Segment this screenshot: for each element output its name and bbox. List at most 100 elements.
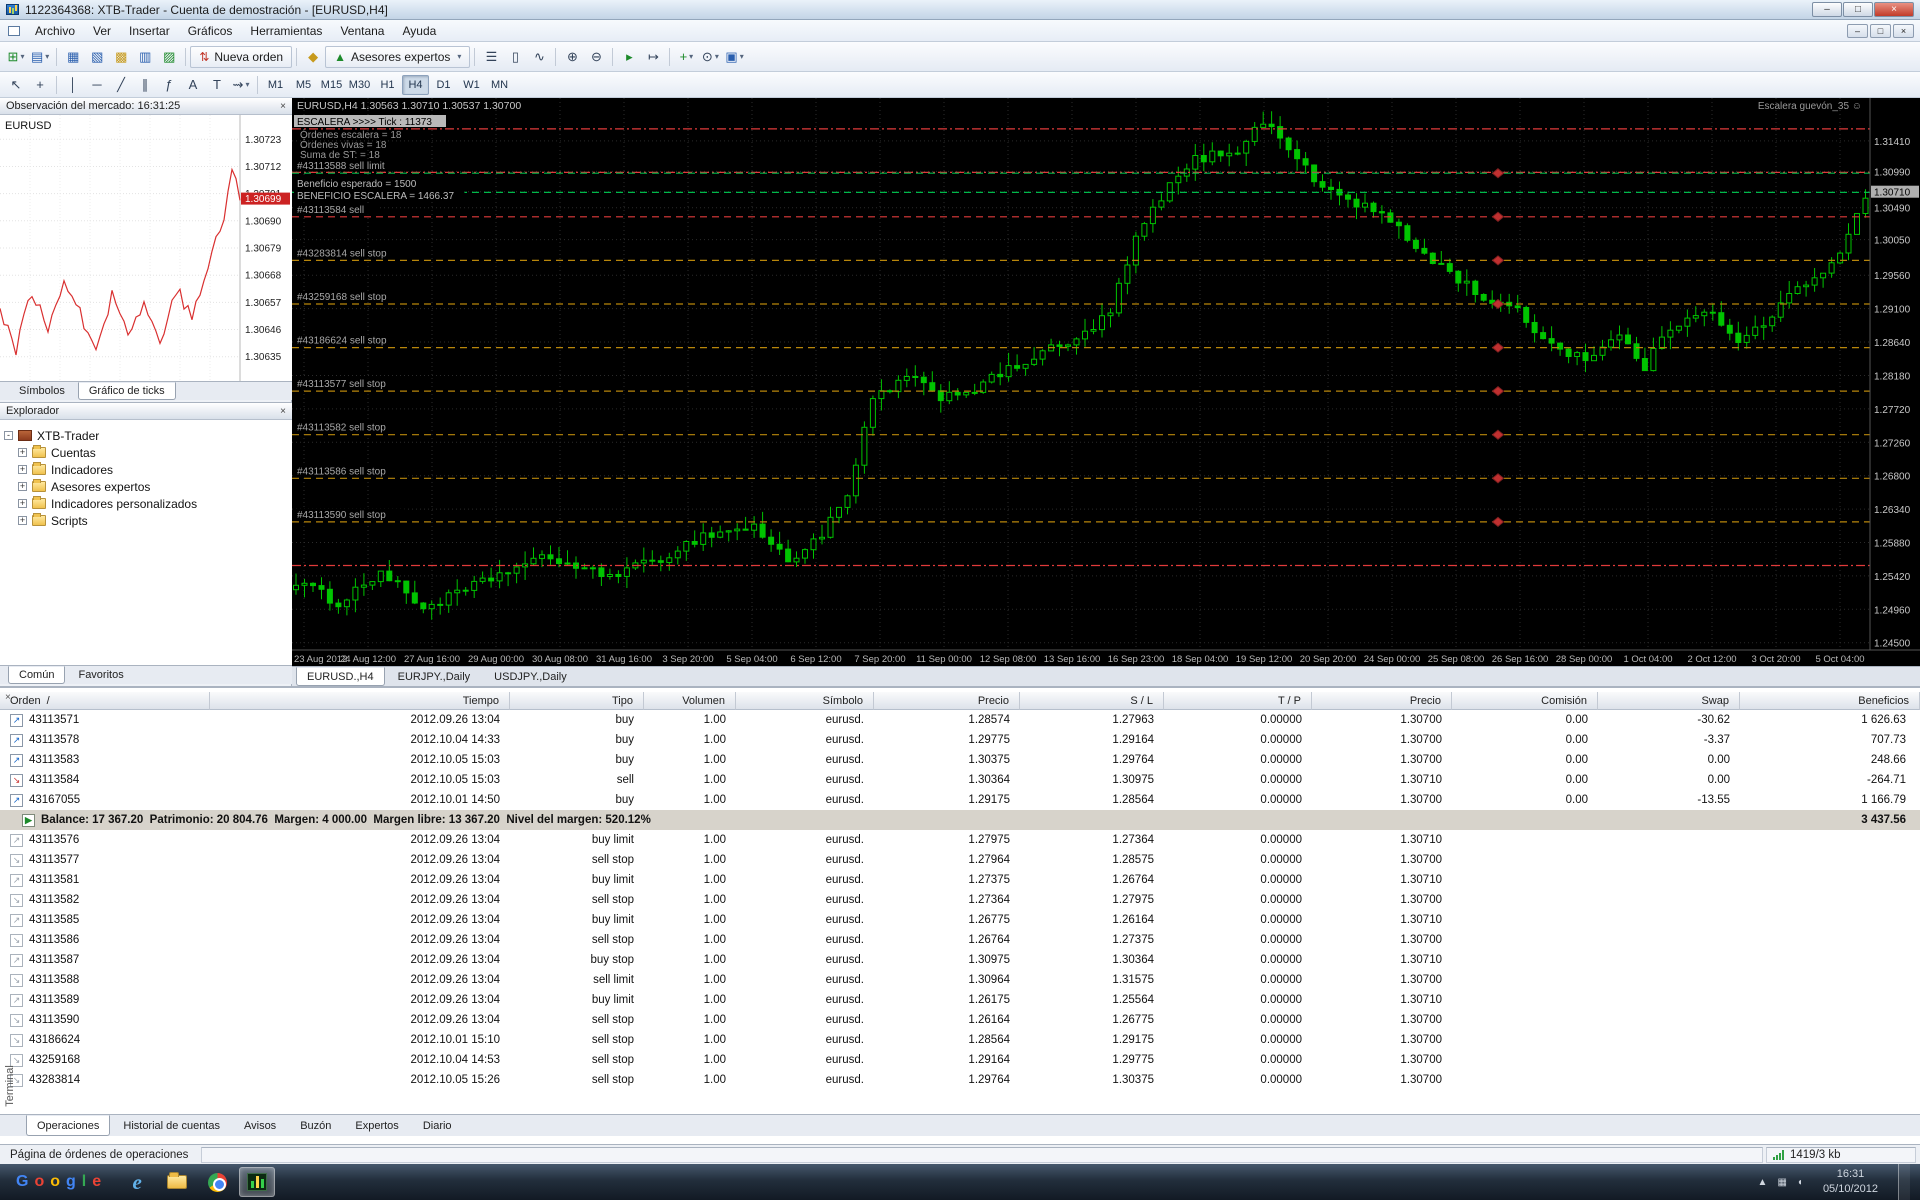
column-header-tipo[interactable]: Tipo [510,692,644,710]
table-row[interactable]: ↘431135822012.09.26 13:04sell stop1.00eu… [0,890,1920,910]
market-watch-toggle[interactable]: ▦ [61,46,85,68]
taskbar-clock[interactable]: 16:31 05/10/2012 [1813,1167,1888,1197]
column-header-comisi-n[interactable]: Comisión [1452,692,1598,710]
market-watch-tab-gr-fico-de-ticks[interactable]: Gráfico de ticks [78,382,176,400]
periods-button[interactable]: ⊙▾ [698,46,722,68]
table-row[interactable]: ↘431135772012.09.26 13:04sell stop1.00eu… [0,850,1920,870]
zoom-in-button[interactable]: ⊕ [560,46,584,68]
chart-tab-usdjpy-daily[interactable]: USDJPY.,Daily [483,667,578,686]
chart-tab-eurjpy-daily[interactable]: EURJPY.,Daily [387,667,482,686]
menu-gr-ficos[interactable]: Gráficos [179,21,242,41]
expand-icon[interactable]: + [18,499,27,508]
timeframe-mn[interactable]: MN [486,75,513,95]
column-header-swap[interactable]: Swap [1598,692,1740,710]
horizontal-line-tool[interactable]: ─ [85,74,109,96]
taskbar-chrome-button[interactable] [199,1167,235,1197]
table-row[interactable]: ↗431135812012.09.26 13:04buy limit1.00eu… [0,870,1920,890]
column-header-orden[interactable]: Orden / [0,692,210,710]
terminal-toggle[interactable]: ▥ [133,46,157,68]
timeframe-h1[interactable]: H1 [374,75,401,95]
timeframe-m5[interactable]: M5 [290,75,317,95]
timeframe-d1[interactable]: D1 [430,75,457,95]
chart-shift-toggle[interactable]: ↦ [641,46,665,68]
indicators-button[interactable]: +▾ [674,46,698,68]
expand-icon[interactable]: + [18,465,27,474]
close-button[interactable]: × [1874,2,1914,17]
terminal-tab-buz-n[interactable]: Buzón [289,1115,342,1136]
line-chart-button[interactable]: ∿ [527,46,551,68]
candlestick-button[interactable]: ▯ [503,46,527,68]
navigator-close-icon[interactable]: × [280,406,286,417]
main-chart[interactable]: #43113588 sell limit#43113584 sell#43283… [292,98,1920,666]
terminal-tab-avisos[interactable]: Avisos [233,1115,287,1136]
table-row[interactable]: ↗431135762012.09.26 13:04buy limit1.00eu… [0,830,1920,850]
table-row[interactable]: ↘431135902012.09.26 13:04sell stop1.00eu… [0,1010,1920,1030]
menu-herramientas[interactable]: Herramientas [241,21,331,41]
table-row[interactable]: ↗431135892012.09.26 13:04buy limit1.00eu… [0,990,1920,1010]
channel-tool[interactable]: ∥ [133,74,157,96]
new-order-button[interactable]: ⇅Nueva orden [190,46,292,68]
expert-advisors-button[interactable]: ▲Asesores expertos▾ [325,46,470,68]
navigator-item-indicadores[interactable]: + Indicadores [18,462,288,477]
expand-icon[interactable]: + [18,448,27,457]
text-tool[interactable]: A [181,74,205,96]
navigator-item-root[interactable]: - XTB-Trader [4,428,288,443]
bar-chart-button[interactable]: ☰ [479,46,503,68]
show-desktop-button[interactable] [1898,1164,1910,1200]
tray-chevron-icon[interactable]: ▲ [1758,1177,1768,1188]
table-row[interactable]: ↘431135882012.09.26 13:04sell limit1.00e… [0,970,1920,990]
mdi-minimize-button[interactable]: – [1847,24,1868,38]
terminal-tab-expertos[interactable]: Expertos [344,1115,409,1136]
table-row[interactable]: ↗431135712012.09.26 13:04buy1.00eurusd.1… [0,710,1920,730]
terminal-tab-operaciones[interactable]: Operaciones [26,1115,110,1136]
navigator-toggle[interactable]: ▩ [109,46,133,68]
timeframe-h4[interactable]: H4 [402,75,429,95]
menu-ver[interactable]: Ver [84,21,120,41]
market-watch-tab-s-mbolos[interactable]: Símbolos [8,382,76,400]
templates-button[interactable]: ▣▾ [722,46,746,68]
chart-tab-eurusd-h4[interactable]: EURUSD.,H4 [296,667,385,686]
column-header-t-p[interactable]: T / P [1164,692,1312,710]
table-row[interactable]: ↗431135872012.09.26 13:04buy stop1.00eur… [0,950,1920,970]
table-row[interactable]: ↗431135852012.09.26 13:04buy limit1.00eu… [0,910,1920,930]
terminal-tab-historial-de-cuentas[interactable]: Historial de cuentas [112,1115,231,1136]
auto-scroll-toggle[interactable]: ▸ [617,46,641,68]
trendline-tool[interactable]: ╱ [109,74,133,96]
crosshair-tool[interactable]: + [28,74,52,96]
arrows-tool[interactable]: ⇝▾ [229,74,253,96]
column-header-beneficios[interactable]: Beneficios [1740,692,1920,710]
terminal-tab-diario[interactable]: Diario [412,1115,463,1136]
expand-icon[interactable]: + [18,516,27,525]
navigator-item-indicadores-personalizados[interactable]: + Indicadores personalizados [18,496,288,511]
navigator-item-cuentas[interactable]: + Cuentas [18,445,288,460]
terminal-close-icon[interactable]: × [5,692,11,703]
table-row[interactable]: ↘432838142012.10.05 15:26sell stop1.00eu… [0,1070,1920,1090]
strategy-tester-toggle[interactable]: ▨ [157,46,181,68]
mdi-restore-button[interactable]: □ [1870,24,1891,38]
table-row[interactable]: ↘431135862012.09.26 13:04sell stop1.00eu… [0,930,1920,950]
zoom-out-button[interactable]: ⊖ [584,46,608,68]
navigator-tab-favoritos[interactable]: Favoritos [67,666,134,684]
table-row[interactable]: ↗431670552012.10.01 14:50buy1.00eurusd.1… [0,790,1920,810]
navigator-item-scripts[interactable]: + Scripts [18,513,288,528]
mdi-close-button[interactable]: × [1893,24,1914,38]
cursor-tool[interactable]: ↖ [4,74,28,96]
table-row[interactable]: ↘431866242012.10.01 15:10sell stop1.00eu… [0,1030,1920,1050]
column-header-precio[interactable]: Precio [1312,692,1452,710]
menu-ventana[interactable]: Ventana [331,21,393,41]
fibonacci-tool[interactable]: ƒ [157,74,181,96]
text-label-tool[interactable]: T [205,74,229,96]
maximize-button[interactable]: □ [1843,2,1873,17]
menu-ayuda[interactable]: Ayuda [393,21,445,41]
navigator-tab-com-n[interactable]: Común [8,666,65,684]
tray-volume-icon[interactable]: ◖ [1797,1177,1803,1188]
profiles-button[interactable]: ▤▾ [28,46,52,68]
timeframe-w1[interactable]: W1 [458,75,485,95]
menu-insertar[interactable]: Insertar [120,21,179,41]
table-row[interactable]: ↘431135842012.10.05 15:03sell1.00eurusd.… [0,770,1920,790]
tick-chart[interactable]: 1.307231.307121.307011.306901.306791.306… [0,115,292,381]
table-row[interactable]: ↗431135832012.10.05 15:03buy1.00eurusd.1… [0,750,1920,770]
market-watch-close-icon[interactable]: × [280,101,286,112]
timeframe-m1[interactable]: M1 [262,75,289,95]
table-row[interactable]: ↘432591682012.10.04 14:53sell stop1.00eu… [0,1050,1920,1070]
